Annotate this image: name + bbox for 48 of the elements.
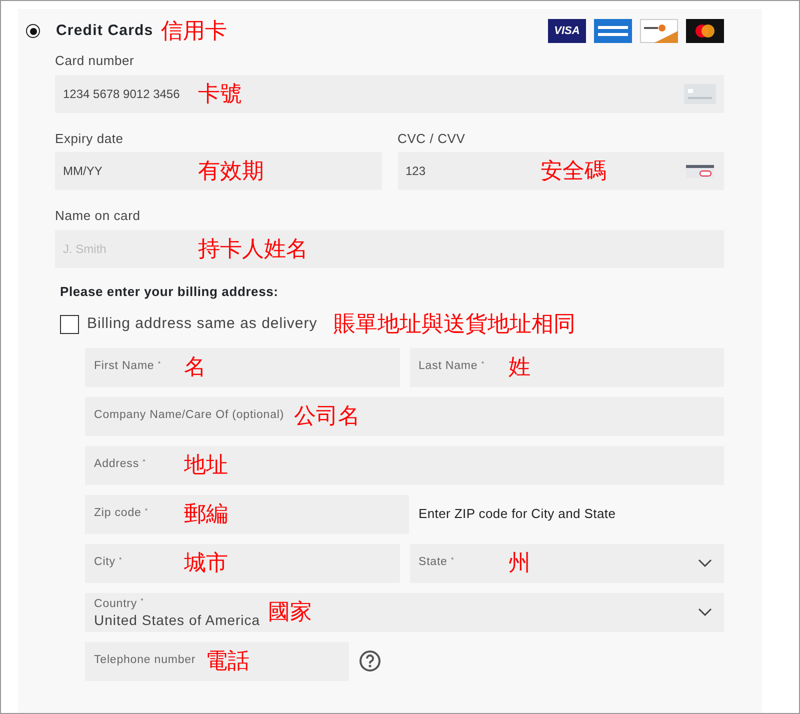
annotation-text: 州 bbox=[508, 552, 530, 574]
field-label: Expiry date bbox=[55, 130, 124, 148]
payment-method-label: Credit Cards bbox=[56, 20, 154, 41]
placeholder-text: Zip code $^{*}$ bbox=[94, 506, 150, 522]
field-label: Card number bbox=[55, 52, 136, 70]
input-field[interactable]: City $^{*}$ 城市 bbox=[85, 544, 400, 582]
annotation-text: 賬單地址與送貨地址相同 bbox=[333, 313, 576, 336]
checkbox-label: Billing address same as delivery bbox=[87, 314, 318, 334]
placeholder-text: Address $^{*}$ bbox=[94, 457, 147, 472]
field-value: 1234 5678 9012 3456 bbox=[63, 86, 181, 102]
annotation-text: 安全碼 bbox=[540, 160, 606, 182]
annotation-text: 公司名 bbox=[294, 405, 360, 427]
input-field[interactable]: Address $^{*}$ 地址 bbox=[85, 446, 724, 484]
annotation-text: 國家 bbox=[268, 601, 312, 623]
annotation-text: 信用卡 bbox=[161, 20, 228, 42]
placeholder-text: State $^{*}$ bbox=[418, 555, 456, 570]
placeholder-text: First Name $^{*}$ bbox=[94, 359, 162, 374]
field-label: Name on card bbox=[55, 207, 142, 225]
field-value: United States of America bbox=[94, 612, 260, 628]
input-field[interactable]: Last Name $^{*}$ 姓 bbox=[410, 348, 724, 386]
annotation-text: 持卡人姓名 bbox=[198, 238, 308, 260]
annotation-text: 有效期 bbox=[198, 160, 264, 182]
section-heading: Please enter your billing address: bbox=[60, 282, 280, 301]
annotation-text: 卡號 bbox=[198, 82, 242, 104]
input-field[interactable]: MM/YY 有效期 bbox=[55, 152, 382, 190]
hint-text: Enter ZIP code for City and State bbox=[418, 505, 616, 524]
placeholder-text: Telephone number bbox=[94, 653, 196, 668]
field-value: MM/YY bbox=[63, 163, 104, 180]
placeholder-text: Company Name/Care Of (optional) bbox=[94, 408, 284, 424]
input-field[interactable]: 123 安全碼 bbox=[398, 152, 724, 190]
field-label: CVC / CVV bbox=[398, 130, 466, 148]
annotation-text: 城市 bbox=[184, 552, 228, 574]
annotation-text: 郵編 bbox=[184, 503, 228, 525]
annotation-text: 名 bbox=[184, 356, 206, 378]
input-field[interactable]: Company Name/Care Of (optional) 公司名 bbox=[85, 396, 724, 436]
input-field[interactable]: Zip code $^{*}$ 郵編 bbox=[85, 494, 408, 534]
input-field[interactable]: 1234 5678 9012 3456 卡號 bbox=[55, 74, 724, 112]
visa-logo: VISA bbox=[548, 19, 586, 43]
placeholder-text: City $^{*}$ bbox=[94, 555, 124, 570]
annotation-text: 電話 bbox=[206, 650, 250, 672]
field-label: Country $^{*}$ bbox=[94, 596, 145, 612]
annotation-text: 姓 bbox=[508, 356, 530, 378]
field-value: 123 bbox=[406, 163, 427, 180]
placeholder-text: Last Name $^{*}$ bbox=[418, 359, 486, 374]
input-field[interactable]: Telephone number 電話 bbox=[85, 642, 349, 680]
annotation-text: 地址 bbox=[184, 454, 228, 476]
input-field[interactable]: First Name $^{*}$ 名 bbox=[85, 348, 400, 386]
select-field[interactable]: State $^{*}$ 州 bbox=[410, 544, 724, 582]
